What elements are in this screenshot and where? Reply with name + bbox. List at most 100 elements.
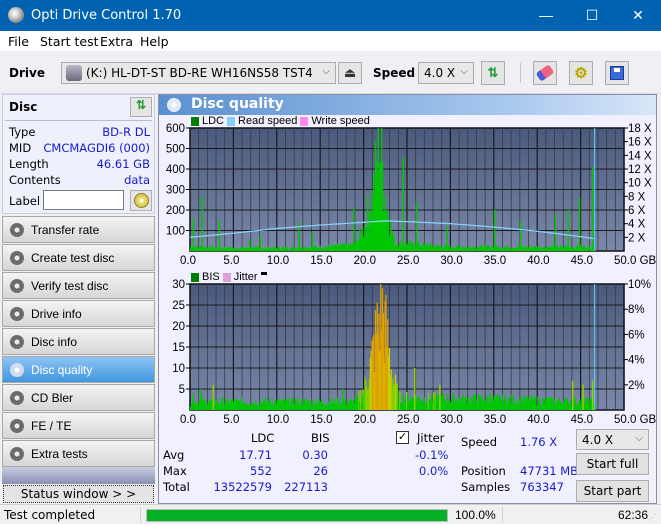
ldc-spike-bar: [259, 235, 261, 251]
nav-transfer-rate[interactable]: Transfer rate: [2, 216, 155, 243]
progress-bar: [146, 509, 448, 522]
disc-mid-row: MID CMCMAGDI6 (000): [9, 141, 150, 157]
mid-value: CMCMAGDI6 (000): [43, 141, 150, 155]
menu-extra[interactable]: Extra: [100, 34, 133, 49]
nav-label: Drive info: [31, 307, 82, 321]
nav-label: Disc quality: [31, 363, 93, 377]
samples-value: 763347: [520, 480, 564, 494]
stats-max-label: Max: [163, 464, 187, 478]
refresh-button[interactable]: ⇅: [481, 61, 505, 85]
disc-length-row: Length 46.61 GB: [9, 157, 150, 173]
test-speed-select[interactable]: 4.0 X ⌵: [576, 429, 649, 450]
disc-tool-icon: [10, 307, 24, 321]
drive-icon: [66, 65, 82, 81]
disc-tool-icon: [10, 363, 24, 377]
position-value: 47731 MB: [520, 464, 579, 478]
bis-x-tick-label: 25.0: [397, 414, 419, 425]
drive-select[interactable]: (K:) HL-DT-ST BD-RE WH16NS58 TST4 ⌵: [61, 62, 336, 84]
jitter-checkbox[interactable]: ✓: [396, 431, 409, 444]
resize-grip-icon[interactable]: ⋰: [648, 513, 656, 522]
ldc-y-tick-label: 400: [166, 164, 185, 176]
start-full-button[interactable]: Start full: [576, 453, 649, 475]
stats-avg-ldc: 17.71: [239, 448, 272, 462]
ldc-x-tick-label: 35.0: [484, 255, 506, 267]
elapsed-time: 62:36: [618, 508, 649, 522]
disc-refresh-button[interactable]: ⇅: [130, 97, 152, 117]
nav-disc-quality[interactable]: Disc quality: [2, 356, 155, 383]
sidebar: Disc ⇅ Type BD-R DL MID CMCMAGDI6 (000) Le…: [0, 94, 157, 504]
label-label: Label: [9, 194, 41, 208]
nav-create-test-disc[interactable]: Create test disc: [2, 244, 155, 271]
ldc-spike-bar: [578, 197, 581, 251]
ldc-y2-tick-label: 2 X: [628, 232, 646, 244]
ldc-x-tick-label: 45.0: [571, 255, 593, 267]
ldc-x-tick-label: 40.0: [527, 255, 549, 267]
disc-tool-icon: [10, 447, 24, 461]
disc-info-panel: Disc ⇅ Type BD-R DL MID CMCMAGDI6 (000) Le…: [2, 94, 155, 214]
eject-button[interactable]: ⏏: [338, 62, 362, 84]
maximize-button[interactable]: ☐: [569, 0, 615, 31]
nav-label: FE / TE: [31, 419, 72, 433]
menu-bar: File Start test Extra Help: [0, 31, 661, 51]
disc-tool-icon: [10, 279, 24, 293]
ldc-spike-bar: [415, 201, 418, 251]
close-button[interactable]: ✕: [615, 0, 661, 31]
menu-file[interactable]: File: [8, 34, 29, 49]
bis-x-tick-label: 30.0: [440, 414, 462, 425]
disc-tool-icon: [10, 335, 24, 349]
disc-label-input[interactable]: [43, 190, 124, 210]
speed-select[interactable]: 4.0 X ⌵: [418, 62, 474, 84]
bis-spike-bar: [571, 380, 574, 410]
mid-label: MID: [9, 141, 32, 155]
nav-drive-info[interactable]: Drive info: [2, 300, 155, 327]
app-disc-icon: [8, 7, 24, 23]
ldc-y-tick-label: 300: [166, 185, 185, 197]
chevron-down-icon: ⌵: [460, 66, 468, 77]
bis-y2-tick-label: 10%: [628, 279, 651, 291]
ldc-spike-bar: [311, 232, 314, 251]
stats-avg-bis: 0.30: [302, 448, 328, 462]
ldc-spike-bar: [201, 195, 203, 251]
settings-button[interactable]: ⚙: [569, 61, 593, 85]
erase-button[interactable]: [533, 61, 557, 85]
ldc-x-tick-label: 30.0: [440, 255, 462, 267]
menu-start-test[interactable]: Start test: [40, 34, 99, 49]
length-value: 46.61 GB: [96, 157, 150, 171]
ldc-y2-tick-label: 12 X: [628, 164, 652, 176]
bis-x-tick-label: 0.0: [180, 414, 196, 425]
ldc-y-tick-label: 500: [166, 144, 185, 156]
toolbar: Drive (K:) HL-DT-ST BD-RE WH16NS58 TST4 …: [0, 51, 661, 94]
nav-fe-te[interactable]: FE / TE: [2, 412, 155, 439]
ldc-x-tick-label: 25.0: [397, 255, 419, 267]
disc-tool-icon: [10, 391, 24, 405]
nav-disc-info[interactable]: Disc info: [2, 328, 155, 355]
save-button[interactable]: [605, 61, 629, 85]
minimize-button[interactable]: —: [523, 0, 569, 31]
bis-y-tick-label: 20: [172, 321, 185, 333]
nav-verify-test-disc[interactable]: Verify test disc: [2, 272, 155, 299]
disc-header: Disc: [9, 100, 38, 114]
nav-cd-bler[interactable]: CD Bler: [2, 384, 155, 411]
disc-tool-icon: [10, 223, 24, 237]
ldc-y2-tick-label: 18 X: [628, 123, 652, 135]
disc-label-button[interactable]: [130, 190, 152, 211]
disc-quality-panel: Disc quality LDC Read speed Write speed …: [158, 94, 657, 504]
samples-label: Samples: [461, 480, 511, 494]
stats-total-label: Total: [163, 480, 190, 494]
stats-avg-label: Avg: [163, 448, 185, 462]
start-part-button[interactable]: Start part: [576, 480, 649, 502]
bis-x-tick-label: 50.0 GB: [614, 414, 656, 425]
eraser-icon: [535, 64, 555, 82]
nav-extra-tests[interactable]: Extra tests: [2, 440, 155, 467]
nav-label: Extra tests: [31, 447, 88, 461]
length-label: Length: [9, 157, 49, 171]
status-text: Test completed: [4, 508, 96, 522]
status-separator: [140, 507, 141, 523]
stats-total-ldc: 13522579: [213, 480, 272, 494]
bis-spike-bar: [591, 380, 594, 410]
menu-help[interactable]: Help: [140, 34, 169, 49]
eject-icon: ⏏: [343, 65, 357, 80]
status-window-button[interactable]: Status window > >: [3, 485, 154, 503]
ldc-x-tick-label: 15.0: [310, 255, 332, 267]
bis-y2-tick-label: 2%: [628, 380, 645, 392]
